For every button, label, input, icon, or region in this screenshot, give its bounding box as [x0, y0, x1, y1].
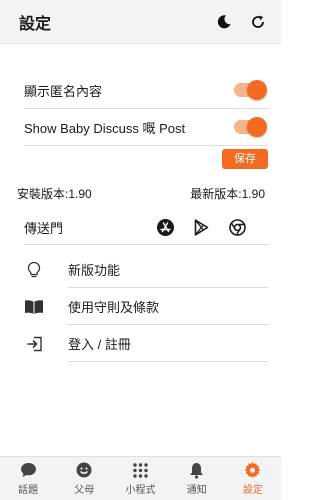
tab-settings[interactable]: 設定 [225, 457, 281, 500]
chrome-icon[interactable] [228, 218, 246, 236]
version-row: 安裝版本:1.90 最新版本:1.90 [0, 185, 281, 202]
save-wrap: 保存 [0, 149, 268, 169]
menu-label-whats-new: 新版功能 [68, 251, 268, 288]
refresh-icon[interactable] [247, 11, 269, 33]
menu-label-login: 登入 / 註冊 [68, 325, 268, 362]
grid-icon [133, 461, 148, 479]
tab-label: 話題 [18, 485, 39, 496]
bottom-tab-bar: 話題 父母 小程式 通知 設定 [0, 456, 281, 500]
anonymous-content-toggle[interactable] [234, 80, 267, 100]
lightbulb-icon [0, 261, 68, 279]
portal-label: 傳送門 [24, 220, 64, 236]
tab-mini-apps[interactable]: 小程式 [112, 457, 168, 500]
menu-item-whats-new[interactable]: 新版功能 [0, 251, 281, 288]
toggle-knob [247, 117, 267, 137]
settings-section: 顯示匿名內容 Show Baby Discuss 嘅 Post [0, 72, 281, 146]
anonymous-content-row: 顯示匿名內容 [24, 72, 268, 109]
portal-row: 傳送門 [24, 210, 268, 245]
app-store-icon[interactable] [156, 218, 174, 236]
installed-version: 安裝版本:1.90 [17, 187, 92, 201]
baby-discuss-toggle[interactable] [234, 117, 267, 137]
login-icon [0, 336, 68, 352]
menu-item-login[interactable]: 登入 / 註冊 [0, 325, 281, 362]
save-button[interactable]: 保存 [222, 149, 268, 169]
bell-icon [189, 461, 204, 479]
chat-icon [20, 461, 37, 479]
store-icons [156, 218, 246, 236]
latest-version: 最新版本:1.90 [190, 187, 265, 201]
menu-list: 新版功能 使用守則及條款 登入 / 註冊 [0, 251, 281, 362]
anonymous-content-label: 顯示匿名內容 [24, 83, 103, 99]
tab-label: 通知 [186, 485, 207, 496]
header-bar: 設定 [0, 0, 281, 44]
gear-icon [244, 461, 261, 479]
tab-label: 設定 [242, 485, 263, 496]
page-title: 設定 [19, 15, 52, 33]
tab-label: 父母 [74, 485, 95, 496]
tab-parents[interactable]: 父母 [56, 457, 112, 500]
book-icon [0, 299, 68, 315]
menu-item-terms[interactable]: 使用守則及條款 [0, 288, 281, 325]
tab-notifications[interactable]: 通知 [169, 457, 225, 500]
toggle-knob [247, 80, 267, 100]
tab-label: 小程式 [125, 485, 156, 496]
moon-icon[interactable] [213, 11, 235, 33]
baby-discuss-row: Show Baby Discuss 嘅 Post [24, 109, 268, 146]
google-play-icon[interactable] [192, 218, 210, 236]
tab-topics[interactable]: 話題 [0, 457, 56, 500]
menu-label-terms: 使用守則及條款 [68, 288, 268, 325]
baby-discuss-label: Show Baby Discuss 嘅 Post [24, 120, 186, 136]
smiley-icon [76, 461, 92, 479]
